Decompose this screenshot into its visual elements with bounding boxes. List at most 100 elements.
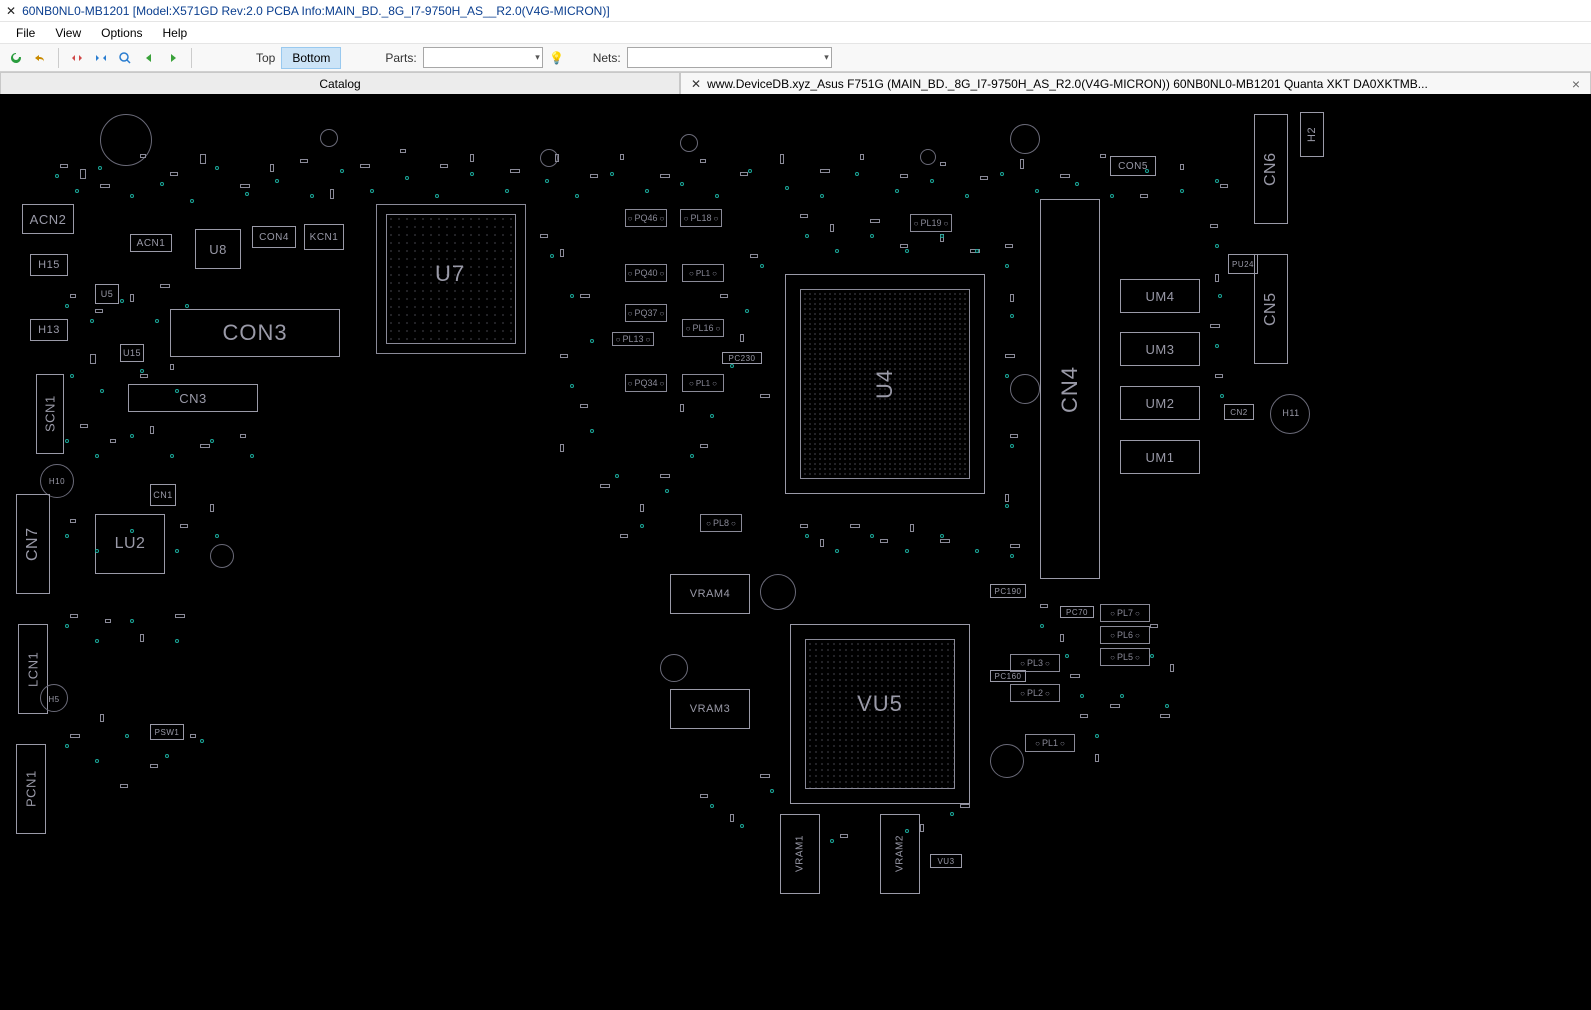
comp-KCN1[interactable]: KCN1 <box>304 224 344 250</box>
comp-H15[interactable]: H15 <box>30 254 68 276</box>
comp-VRAM1[interactable]: VRAM1 <box>780 814 820 894</box>
passive <box>880 539 888 543</box>
ring-deco <box>320 129 338 147</box>
passive <box>120 784 128 788</box>
comp-U15[interactable]: U15 <box>120 344 144 362</box>
comp-CN4[interactable]: CN4 <box>1040 199 1100 579</box>
undo-button[interactable] <box>30 48 50 68</box>
comp-PQ37[interactable]: PQ37 <box>625 304 667 322</box>
find-part-button[interactable]: 💡 <box>549 50 565 66</box>
via <box>65 744 69 748</box>
pcb-canvas[interactable]: ACN2 ACN1 U8 CON4 KCN1 H15 U5 H13 U15 CO… <box>0 94 1591 1010</box>
comp-PL1[interactable]: PL1 <box>1025 734 1075 752</box>
comp-CN6[interactable]: CN6 <box>1254 114 1288 224</box>
comp-PL16[interactable]: PL16 <box>682 319 724 337</box>
comp-PL2[interactable]: PL2 <box>1010 684 1060 702</box>
comp-PQ40[interactable]: PQ40 <box>625 264 667 282</box>
passive <box>360 164 370 168</box>
comp-PC70[interactable]: PC70 <box>1060 606 1094 618</box>
parts-label: Parts: <box>385 51 416 65</box>
tab-document[interactable]: ✕ www.DeviceDB.xyz_Asus F751G (MAIN_BD._… <box>680 72 1591 94</box>
via <box>1165 704 1169 708</box>
comp-VRAM4[interactable]: VRAM4 <box>670 574 750 614</box>
comp-PQ34[interactable]: PQ34 <box>625 374 667 392</box>
comp-CN7[interactable]: CN7 <box>16 494 50 594</box>
comp-PCN1[interactable]: PCN1 <box>16 744 46 834</box>
comp-PL8[interactable]: PL8 <box>700 514 742 532</box>
comp-CON4[interactable]: CON4 <box>252 226 296 248</box>
separator <box>58 48 59 68</box>
parts-combo[interactable]: ▾ <box>423 47 543 68</box>
ring-deco <box>920 149 936 165</box>
via <box>710 414 714 418</box>
via <box>730 364 734 368</box>
comp-PL1c[interactable]: PL1 <box>682 374 724 392</box>
comp-PL1b[interactable]: PL1 <box>682 264 724 282</box>
comp-CN5[interactable]: CN5 <box>1254 254 1288 364</box>
via <box>70 374 74 378</box>
comp-SCN1[interactable]: SCN1 <box>36 374 64 454</box>
comp-UM4[interactable]: UM4 <box>1120 279 1200 313</box>
via <box>550 254 554 258</box>
via <box>1110 194 1114 198</box>
comp-CON3[interactable]: CON3 <box>170 309 340 357</box>
via <box>1220 394 1224 398</box>
comp-ACN1[interactable]: ACN1 <box>130 234 172 252</box>
comp-PL19[interactable]: PL19 <box>910 214 952 232</box>
comp-CN3[interactable]: CN3 <box>128 384 258 412</box>
comp-U5[interactable]: U5 <box>95 284 119 304</box>
zoom-fit-button[interactable] <box>115 48 135 68</box>
via <box>340 169 344 173</box>
comp-PL13[interactable]: PL13 <box>612 332 654 346</box>
forward-button[interactable] <box>163 48 183 68</box>
via <box>1080 694 1084 698</box>
comp-VU3[interactable]: VU3 <box>930 854 962 868</box>
via <box>575 194 579 198</box>
comp-PC230[interactable]: PC230 <box>722 352 762 364</box>
comp-UM3[interactable]: UM3 <box>1120 332 1200 366</box>
comp-VRAM3[interactable]: VRAM3 <box>670 689 750 729</box>
passive <box>960 804 970 808</box>
comp-U7: U7 <box>410 254 490 294</box>
comp-PC160[interactable]: PC160 <box>990 670 1026 682</box>
back-button[interactable] <box>139 48 159 68</box>
passive <box>190 734 196 738</box>
nets-combo[interactable]: ▾ <box>627 47 832 68</box>
menu-help[interactable]: Help <box>155 24 196 42</box>
comp-U8[interactable]: U8 <box>195 229 241 269</box>
comp-PL6[interactable]: PL6 <box>1100 626 1150 644</box>
passive <box>860 154 864 160</box>
collapse-in-button[interactable] <box>67 48 87 68</box>
comp-PL5[interactable]: PL5 <box>1100 648 1150 666</box>
comp-PL18[interactable]: PL18 <box>680 209 722 227</box>
passive <box>1210 224 1218 228</box>
comp-PSW1[interactable]: PSW1 <box>150 724 184 740</box>
comp-PQ46[interactable]: PQ46 <box>625 209 667 227</box>
comp-LU2[interactable]: LU2 <box>95 514 165 574</box>
menu-file[interactable]: File <box>8 24 43 42</box>
layer-bottom-button[interactable]: Bottom <box>281 47 341 69</box>
via <box>545 179 549 183</box>
comp-PC190[interactable]: PC190 <box>990 584 1026 598</box>
comp-CN1[interactable]: CN1 <box>150 484 176 506</box>
passive <box>900 174 908 178</box>
via <box>905 829 909 833</box>
comp-PL7[interactable]: PL7 <box>1100 604 1150 622</box>
tab-close-button[interactable]: × <box>1562 76 1580 92</box>
comp-H13[interactable]: H13 <box>30 319 68 341</box>
menu-options[interactable]: Options <box>93 24 150 42</box>
comp-UM2[interactable]: UM2 <box>1120 386 1200 420</box>
layer-top-button[interactable]: Top <box>250 48 281 68</box>
comp-PU24[interactable]: PU24 <box>1228 254 1258 274</box>
comp-VRAM2[interactable]: VRAM2 <box>880 814 920 894</box>
comp-H2[interactable]: H2 <box>1300 112 1324 157</box>
refresh-button[interactable] <box>6 48 26 68</box>
expand-out-button[interactable] <box>91 48 111 68</box>
comp-UM1[interactable]: UM1 <box>1120 440 1200 474</box>
comp-CON5[interactable]: CON5 <box>1110 156 1156 176</box>
comp-ACN2[interactable]: ACN2 <box>22 204 74 234</box>
via <box>1005 264 1009 268</box>
tab-catalog[interactable]: Catalog <box>0 72 680 94</box>
comp-CN2[interactable]: CN2 <box>1224 404 1254 420</box>
menu-view[interactable]: View <box>47 24 89 42</box>
